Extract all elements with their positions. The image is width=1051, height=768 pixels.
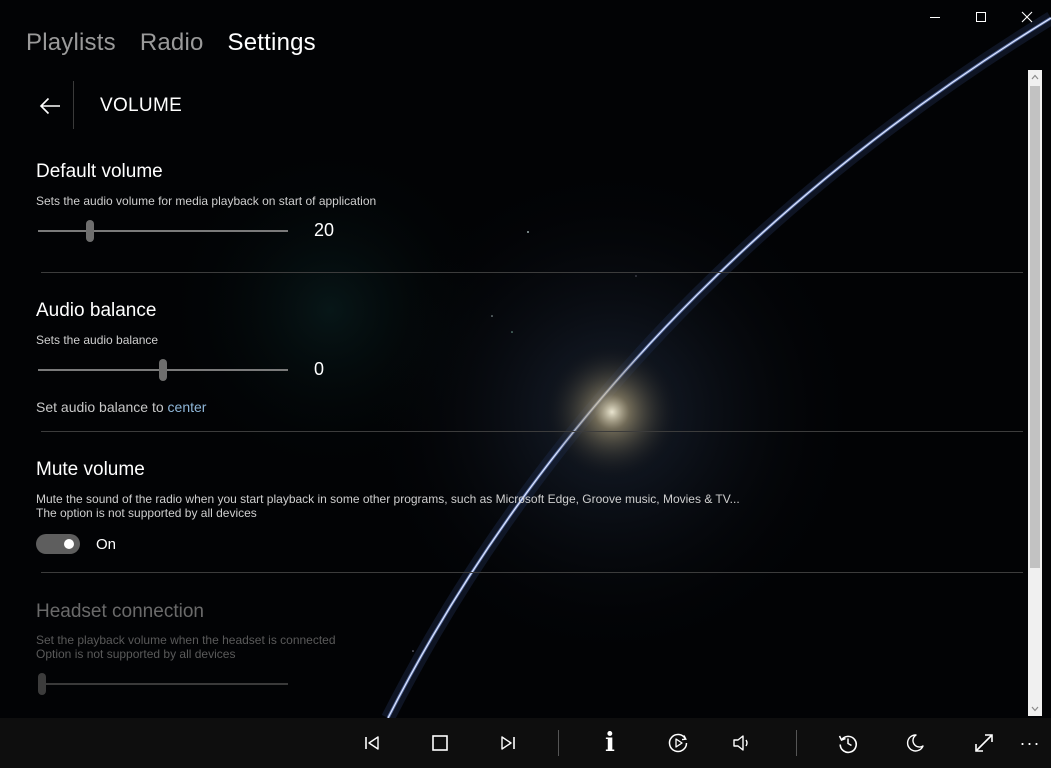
default-volume-value: 20	[314, 220, 335, 240]
chevron-up-icon	[1031, 74, 1039, 80]
arrow-left-icon	[39, 97, 60, 115]
previous-button[interactable]	[348, 718, 396, 768]
close-icon	[1021, 11, 1033, 23]
slider-track	[38, 230, 288, 232]
minimize-icon	[930, 17, 940, 18]
back-button[interactable]	[30, 84, 70, 128]
stop-button[interactable]	[416, 718, 464, 768]
audio-balance-title: Audio balance	[36, 300, 157, 321]
mute-volume-description: Mute the sound of the radio when you sta…	[36, 492, 740, 506]
vertical-scrollbar[interactable]	[1028, 70, 1042, 716]
info-button[interactable]: i	[586, 718, 634, 768]
play-circle-button[interactable]	[654, 718, 702, 768]
maximize-icon	[976, 12, 986, 22]
sleep-timer-button[interactable]	[891, 718, 939, 768]
default-volume-slider[interactable]	[38, 220, 288, 242]
section-divider	[41, 572, 1023, 573]
more-icon: ···	[1019, 732, 1041, 753]
audio-balance-slider[interactable]	[38, 359, 288, 381]
headset-connection-title: Headset connection	[36, 601, 204, 622]
mute-volume-toggle[interactable]	[36, 534, 80, 554]
scroll-down-button[interactable]	[1028, 702, 1042, 716]
fullscreen-icon	[975, 734, 993, 752]
maximize-button[interactable]	[958, 4, 1004, 30]
history-icon	[838, 735, 857, 754]
slider-thumb[interactable]	[159, 359, 167, 381]
more-button[interactable]: ···	[1010, 718, 1050, 768]
balance-reset-row: Set audio balance to center	[36, 399, 206, 415]
center-balance-link[interactable]: center	[168, 399, 207, 415]
tab-radio[interactable]: Radio	[140, 29, 204, 57]
minimize-button[interactable]	[912, 4, 958, 30]
headset-volume-slider	[38, 673, 288, 695]
scroll-up-button[interactable]	[1028, 70, 1042, 84]
slider-track	[38, 683, 288, 685]
default-volume-description: Sets the audio volume for media playback…	[36, 194, 377, 208]
audio-balance-description: Sets the audio balance	[36, 333, 159, 347]
headset-connection-note: Option is not supported by all devices	[36, 647, 236, 661]
previous-icon	[365, 736, 379, 750]
close-button[interactable]	[1004, 4, 1050, 30]
toolbar-separator	[558, 730, 559, 756]
next-button[interactable]	[484, 718, 532, 768]
chevron-down-icon	[1031, 706, 1039, 712]
top-navigation: Playlists Radio Settings	[26, 29, 316, 57]
headset-connection-description: Set the playback volume when the headset…	[36, 633, 336, 647]
section-divider	[41, 431, 1023, 432]
section-divider	[41, 272, 1023, 273]
mute-volume-note: The option is not supported by all devic…	[36, 506, 257, 520]
balance-reset-text: Set audio balance to	[36, 399, 168, 415]
volume-icon	[733, 735, 748, 751]
playback-control-bar: i ···	[0, 718, 1051, 768]
toggle-knob	[64, 539, 74, 549]
tab-playlists[interactable]: Playlists	[26, 29, 116, 57]
slider-thumb[interactable]	[86, 220, 95, 242]
history-button[interactable]	[824, 718, 872, 768]
stop-icon	[432, 735, 448, 751]
default-volume-title: Default volume	[36, 161, 163, 182]
mute-volume-title: Mute volume	[36, 459, 145, 480]
scrollbar-thumb[interactable]	[1030, 86, 1040, 568]
sleep-timer-moon-icon	[906, 734, 924, 752]
tab-settings[interactable]: Settings	[228, 29, 316, 57]
volume-button[interactable]	[718, 718, 766, 768]
toolbar-separator	[796, 730, 797, 756]
next-icon	[501, 736, 515, 750]
fullscreen-button[interactable]	[960, 718, 1008, 768]
page-title: VOLUME	[100, 95, 183, 116]
header-divider	[73, 81, 74, 129]
info-icon: i	[605, 728, 615, 758]
slider-thumb	[38, 673, 46, 695]
audio-balance-value: 0	[314, 359, 325, 379]
play-circle-icon	[668, 733, 688, 753]
mute-volume-toggle-label: On	[96, 536, 117, 553]
